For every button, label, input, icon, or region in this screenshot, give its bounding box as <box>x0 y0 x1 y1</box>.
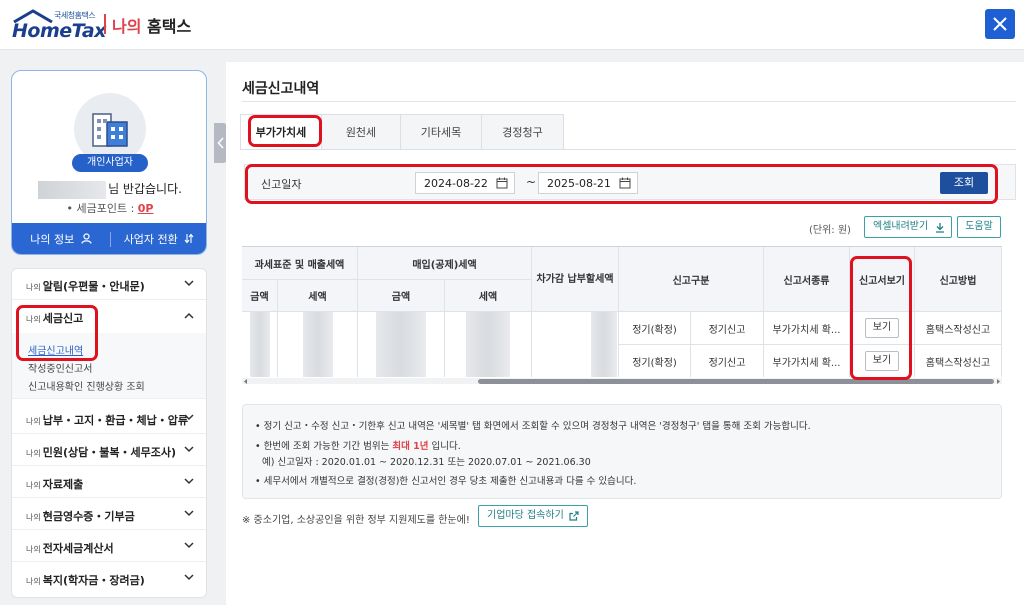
chevron-left-icon <box>217 137 224 149</box>
logo-text: HomeTax <box>12 20 106 42</box>
redacted-value <box>376 345 426 377</box>
notice-example: 예) 신고일자 : 2020.01.01 ~ 2020.12.31 또는 202… <box>262 457 591 468</box>
redacted-value <box>249 312 270 345</box>
chevron-up-icon <box>184 312 194 319</box>
redacted-value <box>376 312 426 345</box>
title-divider <box>242 101 1016 102</box>
table-row <box>242 312 278 345</box>
notice-box: • 정기 신고・수정 신고・기한후 신고 내역은 '세목별' 탭 화면에서 조회… <box>242 404 1002 499</box>
header-title-prefix: 나의 <box>112 17 142 36</box>
excel-download-button[interactable]: 엑셀내려받기 <box>864 216 952 238</box>
menu-item-e-invoice[interactable]: 나의 전자세금계산서 <box>12 531 206 562</box>
tax-points-value[interactable]: 0P <box>138 202 154 215</box>
close-icon <box>993 17 1007 31</box>
bizinfo-link-button[interactable]: 기업마당 접속하기 <box>478 505 588 527</box>
close-button[interactable] <box>985 9 1015 39</box>
chevron-down-icon <box>184 280 194 287</box>
redacted-value <box>466 345 510 377</box>
download-icon <box>936 223 944 233</box>
business-type-badge: 개인사업자 <box>72 154 148 172</box>
chevron-down-icon <box>184 510 194 517</box>
tax-points: • 세금포인트 : 0P <box>12 200 206 216</box>
notice-1: • 정기 신고・수정 신고・기한후 신고 내역은 '세목별' 탭 화면에서 조회… <box>255 421 811 432</box>
greeting-text: 님 반갑습니다. <box>108 182 182 196</box>
highlight-tax-filing-menu <box>16 305 98 361</box>
chevron-down-icon <box>184 574 194 581</box>
external-link-icon <box>569 511 579 521</box>
scroll-thumb[interactable] <box>478 379 994 384</box>
cell-report-kind: 정기신고 <box>691 345 764 377</box>
header-filing-method: 신고방법 <box>915 247 1002 312</box>
submenu-review-status[interactable]: 신고내용확인 진행상황 조회 <box>28 378 145 393</box>
menu-item-welfare[interactable]: 나의 복지(학자금・장려금) <box>12 563 206 594</box>
scroll-right-icon[interactable] <box>995 378 1002 384</box>
support-program-notice: ※ 중소기업, 소상공인을 위한 정부 지원제도를 한눈에! <box>242 515 470 526</box>
header-purchase-tax-group: 매입(공제)세액 <box>358 247 532 280</box>
header-sales-tax: 세액 <box>278 280 358 312</box>
highlight-search-panel <box>245 164 998 204</box>
header-title: 나의 홈택스 <box>112 13 191 37</box>
my-info-button[interactable]: 나의 정보 <box>12 223 110 254</box>
tax-points-label: • 세금포인트 : <box>66 202 135 215</box>
menu-item-notifications[interactable]: 나의 알림(우편물・안내문) <box>12 269 206 300</box>
tab-withholding[interactable]: 원천세 <box>321 114 401 150</box>
greeting: 님 반갑습니다. <box>12 180 206 199</box>
profile-card: 개인사업자 님 반갑습니다. • 세금포인트 : 0P 나의 정보 사업자 전환 <box>11 70 207 255</box>
chevron-down-icon <box>184 478 194 485</box>
hometax-logo[interactable]: 국세청홈택스 HomeTax <box>12 9 106 42</box>
my-info-label: 나의 정보 <box>30 233 75 246</box>
switch-business-button[interactable]: 사업자 전환 <box>110 223 206 254</box>
person-icon <box>81 233 92 244</box>
tab-other-taxes[interactable]: 기타세목 <box>400 114 482 150</box>
tabs-baseline <box>240 149 1016 150</box>
menu-item-civil-affairs[interactable]: 나의 민원(상담・불복・세무조사) <box>12 435 206 466</box>
redacted-value <box>302 312 333 345</box>
highlight-vat-tab <box>248 115 322 147</box>
cell-report-category: 정기(확정) <box>619 312 691 345</box>
unit-label: (단위: 원) <box>809 225 851 236</box>
header: 국세청홈택스 HomeTax 나의 홈택스 <box>0 0 1024 50</box>
chevron-down-icon <box>184 542 194 549</box>
cell-filing-method: 홈택스작성신고 <box>915 345 1002 377</box>
header-sales-tax-group: 과세표준 및 매출세액 <box>242 247 358 280</box>
help-button[interactable]: 도움말 <box>957 216 1001 238</box>
header-purchase-tax: 세액 <box>445 280 532 312</box>
cell-report-kind: 정기신고 <box>691 312 764 345</box>
notice-2: • 한번에 조회 가능한 기간 범위는 최대 1년 입니다. <box>255 441 461 452</box>
user-name-redacted <box>38 180 107 199</box>
header-form-type: 신고서종류 <box>764 247 850 312</box>
switch-business-label: 사업자 전환 <box>123 233 178 246</box>
menu-item-data-submission[interactable]: 나의 자료제출 <box>12 467 206 498</box>
header-sales-amount: 금액 <box>242 280 278 312</box>
highlight-view-column <box>850 256 912 380</box>
submenu-draft-returns[interactable]: 작성중인신고서 <box>28 360 92 375</box>
cell-report-category: 정기(확정) <box>619 345 691 377</box>
menu-item-payment[interactable]: 나의 납부・고지・환급・체납・압류 <box>12 403 206 434</box>
redacted-value <box>302 345 333 377</box>
cell-form-type: 부가가치세 확... <box>764 345 850 377</box>
redacted-value <box>591 312 617 345</box>
profile-actions: 나의 정보 사업자 전환 <box>12 223 206 254</box>
header-net-tax-payable: 차가감 납부할세액 <box>532 247 619 312</box>
cell-filing-method: 홈택스작성신고 <box>915 312 1002 345</box>
header-purchase-amount: 금액 <box>358 280 445 312</box>
notice-3: • 세무서에서 개별적으로 결정(경정)한 신고서인 경우 당초 제출한 신고내… <box>255 476 637 487</box>
table-row <box>242 345 278 377</box>
header-title-suffix: 홈택스 <box>147 17 192 36</box>
redacted-value <box>466 312 510 345</box>
redacted-value <box>249 345 270 377</box>
chevron-down-icon <box>184 414 194 421</box>
header-report-type: 신고구분 <box>619 247 764 312</box>
tab-correction-claim[interactable]: 경정청구 <box>481 114 564 150</box>
scroll-left-icon[interactable] <box>242 378 249 384</box>
redacted-value <box>591 345 617 377</box>
building-icon <box>92 113 128 147</box>
menu-item-cash-receipts[interactable]: 나의 현금영수증・기부금 <box>12 499 206 530</box>
chevron-down-icon <box>184 446 194 453</box>
header-divider <box>104 14 106 34</box>
swap-icon <box>184 233 194 244</box>
page-title: 세금신고내역 <box>242 81 320 97</box>
cell-form-type: 부가가치세 확... <box>764 312 850 345</box>
